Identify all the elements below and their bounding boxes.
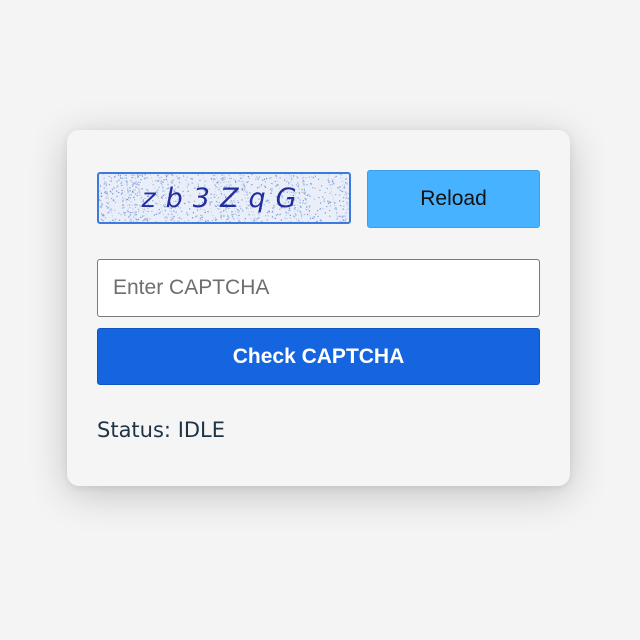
captcha-noise-dot bbox=[291, 222, 292, 223]
captcha-noise-dot bbox=[349, 197, 350, 198]
captcha-noise-dot bbox=[349, 200, 350, 201]
captcha-noise-dot bbox=[347, 224, 348, 225]
captcha-noise-dot bbox=[345, 222, 346, 223]
captcha-noise-dot bbox=[172, 223, 173, 224]
captcha-noise-dot bbox=[119, 222, 120, 223]
captcha-noise-dot bbox=[187, 223, 188, 224]
captcha-noise-dot bbox=[216, 222, 217, 223]
captcha-noise-dot bbox=[112, 223, 113, 224]
captcha-noise-dot bbox=[139, 221, 141, 222]
captcha-noise-dot bbox=[350, 190, 351, 191]
captcha-noise-dot bbox=[269, 223, 270, 224]
captcha-text: zb3ZqG bbox=[141, 182, 307, 214]
captcha-noise-dot bbox=[274, 222, 275, 223]
captcha-noise-dot bbox=[262, 223, 263, 224]
captcha-noise-dot bbox=[197, 223, 198, 224]
captcha-input[interactable] bbox=[97, 259, 540, 317]
captcha-noise-dot bbox=[350, 199, 351, 200]
status-label: Status: bbox=[97, 418, 171, 442]
status-line: Status: IDLE bbox=[97, 418, 225, 442]
captcha-noise-dot bbox=[350, 207, 351, 208]
captcha-noise-dot bbox=[218, 223, 219, 224]
captcha-noise-dot bbox=[145, 223, 146, 224]
captcha-noise-dot bbox=[208, 224, 209, 225]
captcha-noise-dot bbox=[234, 223, 235, 224]
reload-button[interactable]: Reload bbox=[367, 170, 540, 228]
captcha-noise-dot bbox=[350, 175, 351, 176]
captcha-row: zb3ZqG Reload bbox=[97, 170, 540, 228]
captcha-noise-dot bbox=[125, 221, 127, 222]
captcha-noise-dot bbox=[324, 223, 325, 224]
captcha-noise-dot bbox=[100, 223, 101, 224]
captcha-noise-dot bbox=[170, 223, 171, 224]
captcha-noise-dot bbox=[348, 187, 349, 189]
captcha-noise-dot bbox=[127, 222, 128, 223]
captcha-noise-dot bbox=[110, 223, 111, 224]
captcha-noise-dot bbox=[350, 211, 351, 212]
captcha-noise-dot bbox=[161, 223, 162, 224]
captcha-noise-dot bbox=[350, 213, 351, 214]
captcha-noise-dot bbox=[226, 223, 227, 224]
captcha-noise-dot bbox=[169, 224, 170, 225]
captcha-noise-dot bbox=[271, 222, 272, 223]
check-captcha-button[interactable]: Check CAPTCHA bbox=[97, 328, 540, 385]
captcha-noise-dot bbox=[349, 208, 350, 209]
status-value: IDLE bbox=[177, 418, 226, 442]
captcha-noise-dot bbox=[218, 223, 219, 224]
captcha-card: zb3ZqG Reload Check CAPTCHA Status: IDLE bbox=[67, 130, 570, 486]
captcha-noise-dot bbox=[331, 222, 332, 223]
captcha-noise-dot bbox=[253, 221, 255, 222]
captcha-image: zb3ZqG bbox=[97, 172, 351, 224]
